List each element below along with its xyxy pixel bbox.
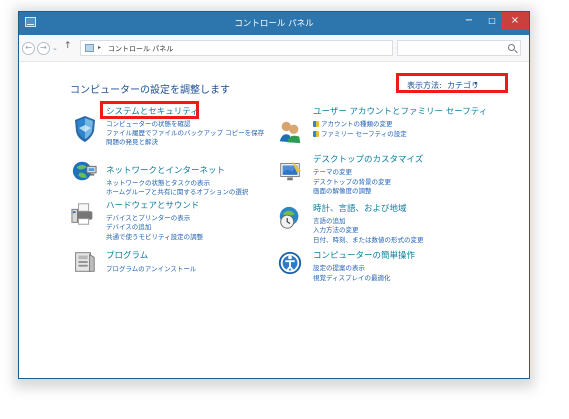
category-title[interactable]: ユーザー アカウントとファミリー セーフティ [313,105,487,117]
control-panel-content: コンピューターの設定を調整します 表示方法: カテゴリ ▾ システムとセキュリテ… [19,63,529,378]
shield-icon [313,121,319,127]
category-link[interactable]: アカウントの種類の変更 [313,118,393,128]
category-title[interactable]: システムとセキュリティ [106,105,199,117]
category-link[interactable]: 問題の発見と解決 [106,136,158,146]
category-link[interactable]: 設定の提案の表示 [313,262,365,272]
recent-locations-button[interactable]: ⌄ [52,44,58,52]
network-icon [72,161,97,181]
category-link[interactable]: 入力方法の変更 [313,224,359,234]
category-title[interactable]: プログラム [106,249,148,261]
category-title[interactable]: デスクトップのカスタマイズ [313,153,423,165]
control-panel-window: コントロール パネル − □ × ← → ⌄ ↑ ▸ コントロール パネル ⌄ … [18,11,530,379]
category-link-text: ファミリー セーフティの設定 [321,130,407,138]
category-title[interactable]: コンピューターの簡単操作 [313,249,415,261]
category-title[interactable]: ネットワークとインターネット [106,164,225,176]
programs-icon [75,252,95,272]
address-bar[interactable]: ▸ コントロール パネル ⌄ ↻ [80,40,445,58]
up-button[interactable]: ↑ [64,41,72,51]
address-arrow-icon[interactable]: ▸ [98,44,101,51]
category-link[interactable]: 共通で使うモビリティ設定の調整 [106,231,203,241]
accessibility-icon [278,251,302,275]
search-icon[interactable] [508,44,515,51]
category-link[interactable]: テーマの変更 [313,166,352,176]
page-title: コンピューターの設定を調整します [70,85,230,96]
back-button[interactable]: ← [22,42,35,55]
shield-icon [313,131,319,137]
search-input[interactable] [397,40,521,56]
category-title[interactable]: 時計、言語、および地域 [313,202,407,214]
printer-icon [71,203,93,225]
folder-icon [85,44,94,52]
category-link[interactable]: 日付、時刻、または数値の形式の変更 [313,234,424,244]
users-icon [279,121,301,144]
close-button[interactable]: × [501,12,529,30]
address-path[interactable]: コントロール パネル [108,44,173,54]
category-link[interactable]: ファミリー セーフティの設定 [313,128,407,138]
title-bar: コントロール パネル − □ × [19,12,529,35]
navigation-bar: ← → ⌄ ↑ ▸ コントロール パネル ⌄ ↻ [19,35,529,62]
category-title[interactable]: ハードウェアとサウンド [106,199,199,211]
globe-clock-icon [279,206,299,229]
forward-button[interactable]: → [37,42,50,55]
category-link[interactable]: デバイスの追加 [106,221,151,231]
category-link-text: アカウントの種類の変更 [321,120,393,128]
category-link[interactable]: ホームグループと共有に関するオプションの選択 [106,186,248,196]
view-by-label: 表示方法: [407,81,442,90]
window-title: コントロール パネル [234,19,314,29]
shield-icon [75,116,95,142]
desktop-icon [280,160,302,181]
category-link[interactable]: 視覚ディスプレイの最適化 [313,272,391,282]
minimize-button[interactable]: − [457,12,481,30]
category-link[interactable]: 画面の解像度の調整 [313,185,372,195]
chevron-down-icon[interactable]: ▾ [474,80,477,87]
category-link[interactable]: プログラムのアンインストール [106,263,196,273]
view-by-selector[interactable]: 表示方法: カテゴリ ▾ [396,73,508,93]
